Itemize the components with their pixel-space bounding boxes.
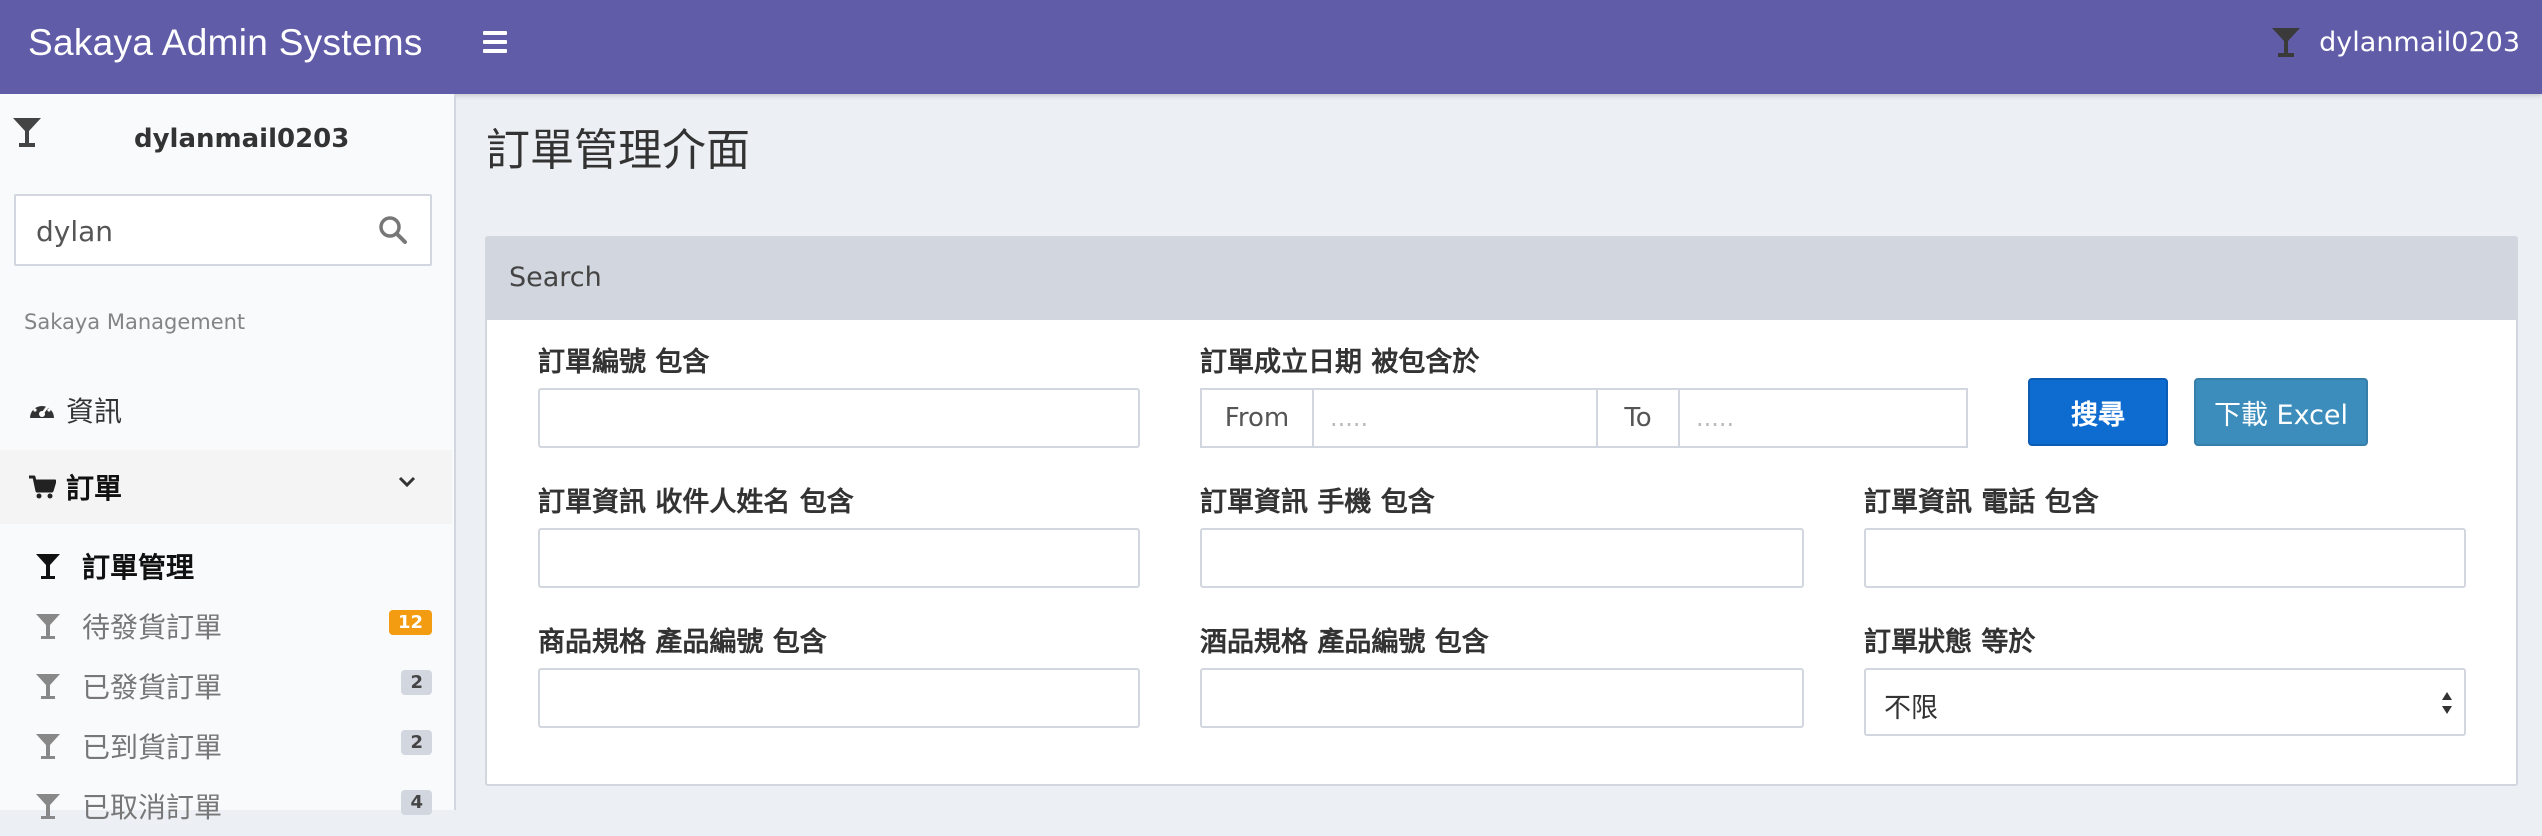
date-from-input[interactable] xyxy=(1314,390,1596,446)
count-badge: 4 xyxy=(401,790,432,815)
count-badge: 12 xyxy=(388,610,432,635)
count-badge: 2 xyxy=(401,670,432,695)
sidebar-user-panel: dylanmail0203 xyxy=(12,116,442,160)
count-badge: 2 xyxy=(401,730,432,755)
top-navbar: Sakaya Admin Systems dylanmail0203 xyxy=(0,0,2542,94)
sidebar-user-name: dylanmail0203 xyxy=(134,124,350,154)
menu-toggle-icon[interactable] xyxy=(483,31,507,53)
cocktail-glass-icon xyxy=(13,118,41,147)
search-box-title: Search xyxy=(509,262,602,293)
wine-no-input[interactable] xyxy=(1202,670,1802,726)
shopping-cart-icon xyxy=(28,473,56,501)
phone-input[interactable] xyxy=(1866,530,2464,586)
status-selected-value: 不限 xyxy=(1884,693,1938,724)
order-no-label: 訂單編號 包含 xyxy=(538,347,710,378)
sidebar-item-label: 資訊 xyxy=(66,395,123,428)
spec-no-label: 商品規格 產品編號 包含 xyxy=(538,627,827,658)
user-menu[interactable]: dylanmail0203 xyxy=(2271,26,2520,58)
mobile-input[interactable] xyxy=(1202,530,1802,586)
dashboard-icon xyxy=(28,396,56,424)
recipient-label: 訂單資訊 收件人姓名 包含 xyxy=(538,487,854,518)
sidebar-subitem-shipped[interactable]: 已發貨訂單 2 xyxy=(0,656,452,716)
sidebar-subitem-label: 已到貨訂單 xyxy=(82,731,223,764)
download-excel-button[interactable]: 下載 Excel xyxy=(2194,378,2368,446)
sidebar-subitem-pending[interactable]: 待發貨訂單 12 xyxy=(0,596,452,656)
search-box-header: Search xyxy=(487,238,2516,320)
date-from-field xyxy=(1312,388,1598,448)
date-to-input[interactable] xyxy=(1680,390,1966,446)
sidebar-section-header: Sakaya Management xyxy=(24,310,246,334)
order-date-label: 訂單成立日期 被包含於 xyxy=(1200,347,1480,378)
sidebar-subitem-cancelled[interactable]: 已取消訂單 4 xyxy=(0,776,452,836)
mobile-label: 訂單資訊 手機 包含 xyxy=(1200,487,1435,518)
sidebar-search-input[interactable] xyxy=(34,196,358,266)
phone-field xyxy=(1864,528,2466,588)
order-no-input[interactable] xyxy=(540,390,1138,446)
sidebar-item-orders[interactable]: 訂單 xyxy=(0,450,452,524)
recipient-field xyxy=(538,528,1140,588)
page-title: 訂單管理介面 xyxy=(486,125,750,176)
sidebar-item-label: 訂單 xyxy=(66,472,123,505)
status-label: 訂單狀態 等於 xyxy=(1864,627,2036,658)
sidebar-search-box xyxy=(14,194,432,266)
wine-no-field xyxy=(1200,668,1804,728)
spec-no-field xyxy=(538,668,1140,728)
order-no-field xyxy=(538,388,1140,448)
mobile-field xyxy=(1200,528,1804,588)
search-icon[interactable] xyxy=(378,215,408,245)
brand-logo[interactable]: Sakaya Admin Systems xyxy=(28,22,423,64)
sidebar-subitem-order-management[interactable]: 訂單管理 xyxy=(0,536,452,596)
sidebar-subitem-label: 已發貨訂單 xyxy=(82,671,223,704)
date-to-addon: To xyxy=(1596,388,1680,448)
filter-icon xyxy=(34,732,62,760)
filter-icon xyxy=(34,792,62,820)
sidebar-subitem-delivered[interactable]: 已到貨訂單 2 xyxy=(0,716,452,776)
sidebar-subitem-label: 已取消訂單 xyxy=(82,791,223,824)
phone-label: 訂單資訊 電話 包含 xyxy=(1864,487,2099,518)
recipient-input[interactable] xyxy=(540,530,1138,586)
chevron-down-icon xyxy=(398,476,416,488)
sidebar-subitem-label: 待發貨訂單 xyxy=(82,611,223,644)
search-button[interactable]: 搜尋 xyxy=(2028,378,2168,446)
spec-no-input[interactable] xyxy=(540,670,1138,726)
sidebar: dylanmail0203 Sakaya Management 資訊 xyxy=(0,94,456,824)
date-from-addon: From xyxy=(1200,388,1314,448)
cocktail-glass-icon xyxy=(2272,28,2301,57)
filter-icon xyxy=(34,672,62,700)
user-name: dylanmail0203 xyxy=(2319,26,2520,58)
select-arrows-icon xyxy=(2442,692,2452,714)
filter-icon xyxy=(34,552,62,580)
filter-icon xyxy=(34,612,62,640)
wine-no-label: 酒品規格 產品編號 包含 xyxy=(1200,627,1489,658)
sidebar-subitem-label: 訂單管理 xyxy=(82,551,195,584)
sidebar-item-dashboard[interactable]: 資訊 xyxy=(0,380,452,440)
status-select[interactable]: 不限 xyxy=(1864,668,2466,736)
date-to-field xyxy=(1678,388,1968,448)
